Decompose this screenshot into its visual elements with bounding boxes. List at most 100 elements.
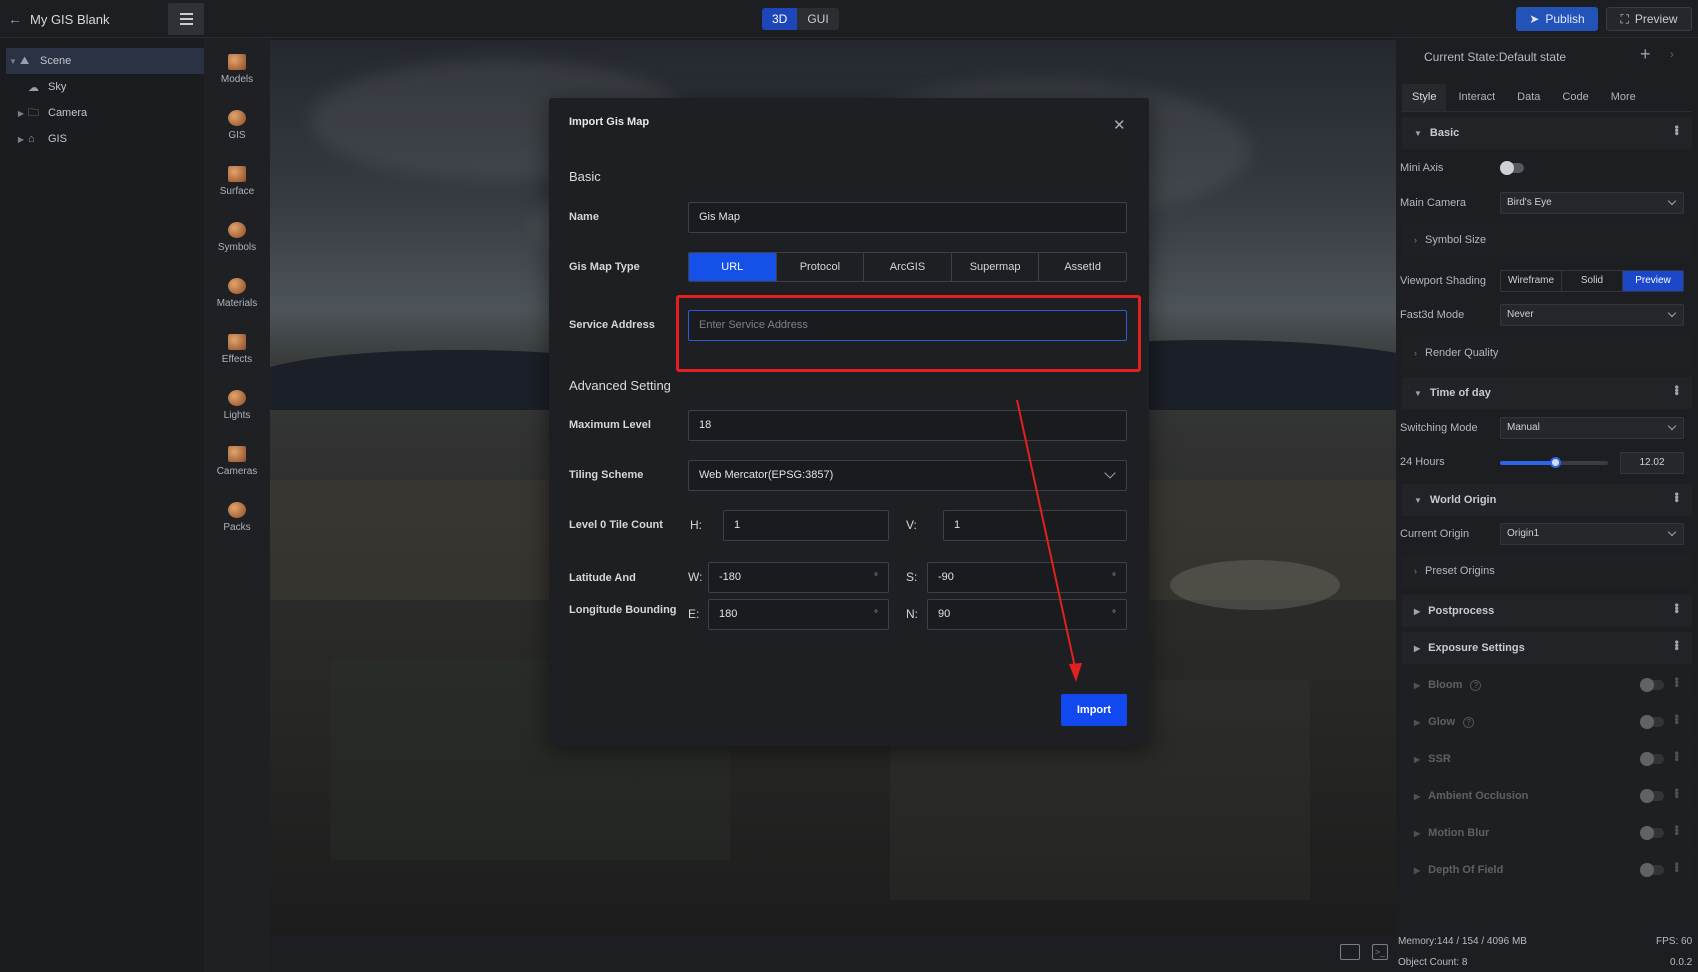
group-glow[interactable]: ▶ Glow? ••• xyxy=(1402,706,1692,738)
group-postprocess[interactable]: ▶ Postprocess ••• xyxy=(1402,595,1692,627)
fps-status: FPS: 60 xyxy=(1656,936,1693,947)
shading-wireframe[interactable]: Wireframe xyxy=(1501,271,1561,291)
group-time-of-day[interactable]: ▼ Time of day ••• xyxy=(1402,377,1692,409)
fast3d-mode-select[interactable]: Never xyxy=(1500,304,1684,326)
switching-mode-label: Switching Mode xyxy=(1400,422,1478,434)
mini-axis-toggle[interactable] xyxy=(1500,161,1524,175)
version-label: 0.0.2 xyxy=(1670,957,1693,968)
switching-value: Manual xyxy=(1507,422,1540,433)
caret-right-icon: ▶ xyxy=(1414,643,1421,653)
group-exposure-settings[interactable]: ▶ Exposure Settings ••• xyxy=(1402,632,1692,664)
group-world-origin[interactable]: ▼ World Origin ••• xyxy=(1402,484,1692,516)
group-label: SSR xyxy=(1428,753,1451,765)
mini-axis-label: Mini Axis xyxy=(1400,162,1444,174)
help-icon[interactable]: ? xyxy=(1470,679,1482,691)
group-ssr[interactable]: ▶ SSR ••• xyxy=(1402,743,1692,775)
caret-right-icon: ▶ xyxy=(1414,717,1421,727)
viewport-shading-selector: Wireframe Solid Preview xyxy=(1500,270,1684,292)
caret-down-icon: ▼ xyxy=(1414,495,1422,505)
caret-down-icon: ▼ xyxy=(1414,388,1422,398)
tab-code[interactable]: Code xyxy=(1552,84,1598,111)
hours-slider-fill xyxy=(1500,461,1556,465)
tab-data[interactable]: Data xyxy=(1507,84,1550,111)
chevron-right-icon: › xyxy=(1414,348,1417,358)
current-origin-label: Current Origin xyxy=(1400,528,1470,540)
caret-right-icon: ▶ xyxy=(1414,791,1421,801)
viewport-shading-label: Viewport Shading xyxy=(1400,275,1487,287)
row-label: Render Quality xyxy=(1425,347,1499,359)
import-button[interactable]: Import xyxy=(1061,694,1127,726)
object-count-status: Object Count: 8 xyxy=(1398,957,1468,968)
memory-status: Memory:144 / 154 / 4096 MB xyxy=(1398,936,1527,947)
group-label: Exposure Settings xyxy=(1428,642,1525,654)
help-icon[interactable]: ? xyxy=(1463,716,1475,728)
tab-interact[interactable]: Interact xyxy=(1448,84,1505,111)
group-ambient-occlusion[interactable]: ▶ Ambient Occlusion ••• xyxy=(1402,780,1692,812)
glow-toggle[interactable] xyxy=(1640,715,1664,729)
ssr-toggle[interactable] xyxy=(1640,752,1664,766)
more-icon[interactable]: ••• xyxy=(1670,788,1684,798)
motion-blur-toggle[interactable] xyxy=(1640,826,1664,840)
caret-right-icon: ▶ xyxy=(1414,754,1421,764)
dof-toggle[interactable] xyxy=(1640,863,1664,877)
caret-right-icon: ▶ xyxy=(1414,606,1421,616)
main-camera-label: Main Camera xyxy=(1400,197,1467,209)
chevron-right-icon[interactable]: › xyxy=(1670,49,1674,61)
main-camera-select[interactable]: Bird's Eye xyxy=(1500,192,1684,214)
chevron-right-icon: › xyxy=(1414,566,1417,576)
chevron-down-icon xyxy=(1667,527,1677,537)
current-origin-select[interactable]: Origin1 xyxy=(1500,523,1684,545)
group-label: Time of day xyxy=(1429,387,1491,399)
more-icon[interactable]: ••• xyxy=(1670,640,1684,650)
group-motion-blur[interactable]: ▶ Motion Blur ••• xyxy=(1402,817,1692,849)
group-depth-of-field[interactable]: ▶ Depth Of Field ••• xyxy=(1402,854,1692,886)
more-icon[interactable]: ••• xyxy=(1670,751,1684,761)
more-icon[interactable]: ••• xyxy=(1670,492,1684,502)
chevron-down-icon xyxy=(1667,421,1677,431)
row-label: Symbol Size xyxy=(1425,234,1487,246)
hours-slider-handle[interactable] xyxy=(1550,457,1561,468)
shading-preview[interactable]: Preview xyxy=(1622,271,1683,291)
group-label: Ambient Occlusion xyxy=(1428,790,1529,802)
fast3d-mode-label: Fast3d Mode xyxy=(1400,309,1465,321)
tab-style[interactable]: Style xyxy=(1402,84,1447,111)
group-label: World Origin xyxy=(1429,494,1497,506)
fast3d-value: Never xyxy=(1507,309,1534,320)
group-label: Glow xyxy=(1428,716,1456,728)
group-bloom[interactable]: ▶ Bloom? ••• xyxy=(1402,669,1692,701)
tab-more[interactable]: More xyxy=(1601,84,1646,111)
add-icon[interactable]: + xyxy=(1640,44,1651,65)
caret-right-icon: ▶ xyxy=(1414,828,1421,838)
chevron-right-icon: › xyxy=(1414,235,1417,245)
shading-solid[interactable]: Solid xyxy=(1561,271,1622,291)
main-camera-value: Bird's Eye xyxy=(1507,197,1552,208)
more-icon[interactable]: ••• xyxy=(1670,603,1684,613)
row-label: Preset Origins xyxy=(1425,565,1495,577)
bloom-toggle[interactable] xyxy=(1640,678,1664,692)
chevron-down-icon xyxy=(1667,308,1677,318)
symbol-size-row[interactable]: › Symbol Size xyxy=(1402,224,1692,256)
group-label: Depth Of Field xyxy=(1428,864,1504,876)
hours-label: 24 Hours xyxy=(1400,456,1445,468)
more-icon[interactable]: ••• xyxy=(1670,677,1684,687)
group-label: Motion Blur xyxy=(1428,827,1490,839)
current-origin-value: Origin1 xyxy=(1507,528,1540,539)
render-quality-row[interactable]: › Render Quality xyxy=(1402,337,1692,369)
switching-mode-select[interactable]: Manual xyxy=(1500,417,1684,439)
more-icon[interactable]: ••• xyxy=(1670,714,1684,724)
more-icon[interactable]: ••• xyxy=(1670,385,1684,395)
more-icon[interactable]: ••• xyxy=(1670,825,1684,835)
preset-origins-row[interactable]: › Preset Origins xyxy=(1402,555,1692,587)
more-icon[interactable]: ••• xyxy=(1670,862,1684,872)
ao-toggle[interactable] xyxy=(1640,789,1664,803)
more-icon[interactable]: ••• xyxy=(1670,125,1684,135)
group-label: Bloom xyxy=(1428,679,1463,691)
chevron-down-icon xyxy=(1667,196,1677,206)
caret-right-icon: ▶ xyxy=(1414,680,1421,690)
group-label: Postprocess xyxy=(1428,605,1495,617)
property-tabs: Style Interact Data Code More xyxy=(1402,84,1692,112)
state-title: Current State:Default state xyxy=(1424,50,1567,64)
group-label: Basic xyxy=(1429,127,1460,139)
hours-input[interactable]: 12.02 xyxy=(1620,452,1684,474)
group-basic[interactable]: ▼ Basic ••• xyxy=(1402,117,1692,149)
